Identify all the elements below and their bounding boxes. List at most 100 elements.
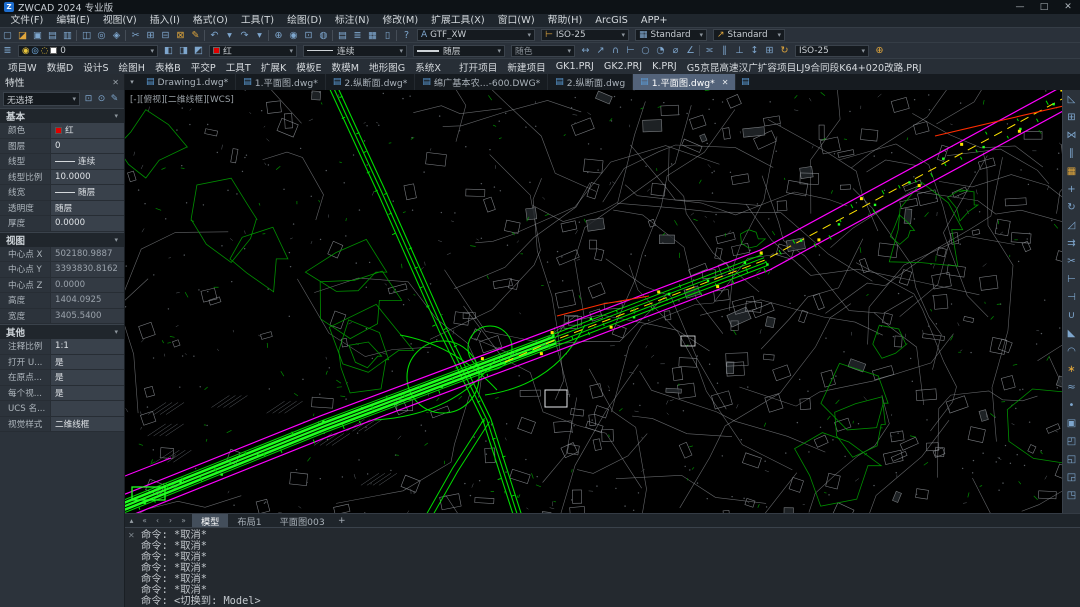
chamfer-icon[interactable]: ◣ bbox=[1064, 325, 1080, 343]
section-view-header[interactable]: 视图 ▾ bbox=[0, 232, 124, 247]
move-icon[interactable]: + bbox=[1064, 181, 1080, 199]
fillet-icon[interactable]: ◠ bbox=[1064, 343, 1080, 361]
25-icon[interactable] bbox=[331, 29, 335, 42]
doc-tab-pingmiantu-1[interactable]: ▤ 1.平面图.dwg* ✕ bbox=[236, 74, 326, 90]
properties-icon[interactable]: ▤ bbox=[335, 29, 350, 42]
menu-modify[interactable]: 修改(M) bbox=[376, 14, 425, 27]
new-icon[interactable]: ▢ bbox=[0, 29, 15, 42]
doc-tab-zongduanmian-2[interactable]: ▤ 2.纵断面.dwg ✕ bbox=[548, 74, 633, 90]
menu-insert[interactable]: 插入(I) bbox=[143, 14, 186, 27]
section-basic-header[interactable]: 基本 ▾ bbox=[0, 108, 124, 123]
draw-order-front-icon[interactable]: ◰ bbox=[1064, 433, 1080, 451]
property-center-x[interactable]: 中心点 X 502180.9887 bbox=[0, 247, 124, 263]
property-ucs-name[interactable]: UCS 名... bbox=[0, 401, 124, 417]
erase-icon[interactable]: ◺ bbox=[1064, 91, 1080, 109]
quick-select-icon[interactable]: ✎ bbox=[108, 93, 121, 106]
draw-order-below-icon[interactable]: ◳ bbox=[1064, 487, 1080, 505]
project-menu-gk2-prj[interactable]: GK2.PRJ bbox=[599, 61, 647, 72]
menu-view[interactable]: 视图(V) bbox=[96, 14, 143, 27]
find-icon[interactable]: ◎ bbox=[94, 29, 109, 42]
region-icon[interactable]: ▣ bbox=[1064, 415, 1080, 433]
property-center-y[interactable]: 中心点 Y 3393830.8162 bbox=[0, 262, 124, 278]
explode-icon[interactable]: ∗ bbox=[1064, 361, 1080, 379]
project-menu-k-prj[interactable]: K.PRJ bbox=[647, 61, 682, 72]
undo-icon[interactable]: ↶ bbox=[207, 29, 222, 42]
dim-tolerance-icon[interactable]: ↕ bbox=[747, 44, 762, 57]
mleader-style-combo[interactable]: ↗ Standard ▾ bbox=[713, 29, 785, 41]
command-window[interactable]: ✕ 命令: *取消*命令: *取消*命令: *取消*命令: *取消*命令: *取… bbox=[125, 527, 1080, 607]
property-width[interactable]: 宽度 3405.5400 bbox=[0, 309, 124, 325]
table-style-combo[interactable]: ▦ Standard ▾ bbox=[635, 29, 707, 41]
rotate-icon[interactable]: ↻ bbox=[1064, 199, 1080, 217]
publish-icon[interactable]: ◈ bbox=[109, 29, 124, 42]
help-icon[interactable]: ? bbox=[399, 29, 414, 42]
doc-tab-pingmiantu-active[interactable]: ▤ 1.平面图.dwg* ✕ bbox=[633, 74, 736, 90]
first-tab-button[interactable]: « bbox=[138, 514, 151, 527]
save-icon[interactable]: ▣ bbox=[30, 29, 45, 42]
offset-icon[interactable]: ∥ bbox=[1064, 145, 1080, 163]
dim-radius-icon[interactable]: ○ bbox=[638, 44, 653, 57]
stretch-icon[interactable]: ⇉ bbox=[1064, 235, 1080, 253]
layout-tab-layout1[interactable]: 布局1 bbox=[228, 514, 270, 527]
panel-close-icon[interactable]: ✕ bbox=[112, 78, 119, 87]
close-tab-icon[interactable]: ✕ bbox=[722, 78, 729, 87]
tool-palettes-icon[interactable]: ▯ bbox=[380, 29, 395, 42]
scale-icon[interactable]: ◿ bbox=[1064, 217, 1080, 235]
dim-continue-icon[interactable]: ∥ bbox=[717, 44, 732, 57]
array-icon[interactable]: ▦ bbox=[1064, 163, 1080, 181]
open-icon[interactable]: ◪ bbox=[15, 29, 30, 42]
project-menu-intersection[interactable]: 平交P bbox=[186, 60, 221, 74]
property-color[interactable]: 颜色 红 bbox=[0, 123, 124, 139]
minimize-button[interactable]: — bbox=[1008, 0, 1032, 14]
property-ucs-per-viewport[interactable]: 每个视... 是 bbox=[0, 386, 124, 402]
dim-baseline-icon[interactable]: ≍ bbox=[702, 44, 717, 57]
viewport-controls[interactable]: [-][俯视][二维线框][WCS] bbox=[130, 92, 234, 105]
project-menu-table[interactable]: 表格B bbox=[150, 60, 186, 74]
layer-states-icon[interactable]: ◩ bbox=[191, 44, 206, 57]
15-icon[interactable] bbox=[203, 29, 207, 42]
property-ucs-at-origin[interactable]: 在原点... 是 bbox=[0, 370, 124, 386]
extend-icon[interactable]: ⊢ bbox=[1064, 271, 1080, 289]
project-menu-tools[interactable]: 工具T bbox=[221, 60, 256, 74]
point-icon[interactable]: • bbox=[1064, 397, 1080, 415]
project-menu-digital-model[interactable]: 数模M bbox=[327, 60, 364, 74]
break-icon[interactable]: ⊣ bbox=[1064, 289, 1080, 307]
layer-manager-icon[interactable]: ≣ bbox=[0, 44, 15, 57]
20-icon[interactable] bbox=[267, 29, 271, 42]
menu-draw[interactable]: 绘图(D) bbox=[281, 14, 329, 27]
layer-manager-icon[interactable]: ≣ bbox=[350, 29, 365, 42]
dimension-style-combo[interactable]: ISO-25 ▾ bbox=[795, 45, 869, 57]
dim-diameter-icon[interactable]: ⌀ bbox=[668, 44, 683, 57]
menu-window[interactable]: 窗口(W) bbox=[491, 14, 541, 27]
match-properties-icon[interactable]: ✎ bbox=[188, 29, 203, 42]
dim-aligned-icon[interactable]: ↗ bbox=[593, 44, 608, 57]
project-menu-gk1-prj[interactable]: GK1.PRJ bbox=[551, 61, 599, 72]
property-transparency[interactable]: 透明度 随层 bbox=[0, 201, 124, 217]
property-layer[interactable]: 图层 0 bbox=[0, 139, 124, 155]
5-icon[interactable] bbox=[75, 29, 79, 42]
menu-tools[interactable]: 工具(T) bbox=[234, 14, 280, 27]
property-annotation-scale[interactable]: 注释比例 1:1 bbox=[0, 339, 124, 355]
zoom-previous-icon[interactable]: ◍ bbox=[316, 29, 331, 42]
redo-dropdown-icon[interactable]: ▾ bbox=[252, 29, 267, 42]
doc-tab-drawing1[interactable]: ▤ Drawing1.dwg* ✕ bbox=[139, 74, 236, 90]
property-center-z[interactable]: 中心点 Z 0.0000 bbox=[0, 278, 124, 294]
copy-icon[interactable]: ⊞ bbox=[1064, 109, 1080, 127]
color-combo[interactable]: 红 ▾ bbox=[209, 45, 297, 57]
project-menu-g5-prj[interactable]: G5京昆高速汉广扩容项目LJ9合同段K64+020改路.PRJ bbox=[682, 60, 927, 74]
draw-order-above-icon[interactable]: ◲ bbox=[1064, 469, 1080, 487]
section-other-header[interactable]: 其他 ▾ bbox=[0, 324, 124, 339]
property-linetype[interactable]: 线型 连续 bbox=[0, 154, 124, 170]
pin-command-button[interactable]: ▴ bbox=[125, 514, 138, 527]
paste-icon[interactable]: ⊟ bbox=[158, 29, 173, 42]
undo-dropdown-icon[interactable]: ▾ bbox=[222, 29, 237, 42]
menu-dimension[interactable]: 标注(N) bbox=[328, 14, 376, 27]
menu-express-tools[interactable]: 扩展工具(X) bbox=[425, 14, 492, 27]
plot-preview-icon[interactable]: ◫ bbox=[79, 29, 94, 42]
layout-tab-pingmiantu003[interactable]: 平面图003 bbox=[271, 514, 334, 527]
dim-style-combo[interactable]: ⊢ ISO-25 ▾ bbox=[541, 29, 629, 41]
layout-tab-model[interactable]: 模型 bbox=[192, 514, 228, 527]
paste-block-icon[interactable]: ⊠ bbox=[173, 29, 188, 42]
cut-icon[interactable]: ✂ bbox=[128, 29, 143, 42]
property-lineweight[interactable]: 线宽 随层 bbox=[0, 185, 124, 201]
